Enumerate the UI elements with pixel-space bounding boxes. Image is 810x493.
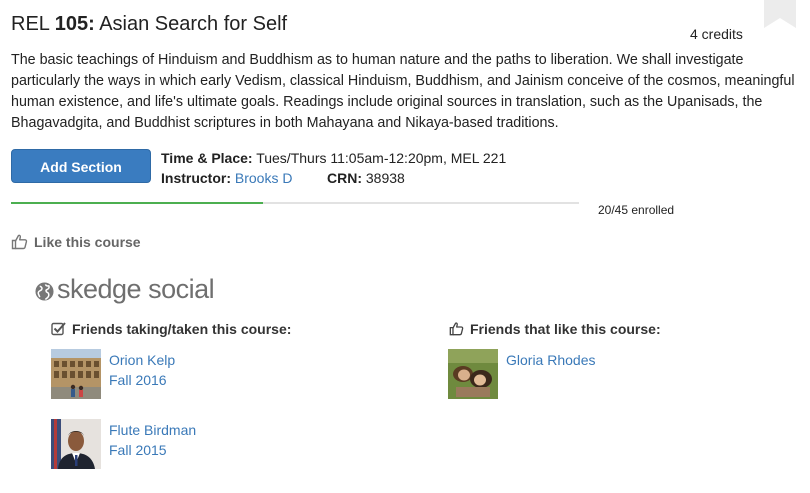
skedge-social-brand: skedge social — [35, 274, 215, 306]
like-course-label: Like this course — [34, 234, 141, 250]
friend-avatar-orion-kelp[interactable] — [51, 349, 101, 399]
checkbox-checked-icon — [51, 322, 66, 336]
thumbs-up-icon — [449, 322, 464, 336]
thumbs-up-icon — [11, 234, 28, 250]
friend-name-orion-kelp[interactable]: Orion Kelp — [109, 352, 175, 368]
bookmark-icon[interactable] — [764, 0, 796, 28]
friend-term: Fall 2015 — [109, 442, 167, 458]
globe-icon — [35, 282, 54, 301]
friend-term: Fall 2016 — [109, 372, 167, 388]
friend-avatar-gloria-rhodes[interactable] — [448, 349, 498, 399]
add-section-button[interactable]: Add Section — [11, 149, 151, 183]
instructor-link[interactable]: Brooks D — [235, 170, 293, 186]
friend-name-flute-birdman[interactable]: Flute Birdman — [109, 422, 196, 438]
course-description: The basic teachings of Hinduism and Budd… — [11, 52, 795, 131]
like-course-button[interactable]: Like this course — [11, 233, 141, 250]
time-place-label: Time & Place: — [161, 150, 253, 166]
course-name: Asian Search for Self — [99, 13, 288, 35]
friends-like-label: Friends that like this course: — [470, 321, 661, 337]
course-credits: 4 credits — [690, 26, 743, 42]
enrollment-progress-bar — [11, 202, 579, 204]
enrollment-progress-fill — [11, 202, 264, 204]
course-number: 105: — [54, 13, 95, 35]
friends-like-heading: Friends that like this course: — [449, 321, 661, 337]
crn-value: 38938 — [365, 170, 405, 186]
instructor-row: Instructor: Brooks D — [161, 170, 292, 186]
course-dept: REL — [11, 13, 50, 35]
friends-taking-label: Friends taking/taken this course: — [72, 321, 292, 337]
friends-taking-heading: Friends taking/taken this course: — [51, 321, 291, 337]
friend-name-gloria-rhodes[interactable]: Gloria Rhodes — [506, 352, 596, 368]
crn-row: CRN: 38938 — [327, 170, 405, 186]
time-place-row: Time & Place: Tues/Thurs 11:05am-12:20pm… — [161, 150, 506, 166]
skedge-social-title: skedge social — [57, 274, 215, 304]
friend-avatar-flute-birdman[interactable] — [51, 419, 101, 469]
course-title: REL 105: Asian Search for Self — [11, 13, 287, 36]
time-place-value: Tues/Thurs 11:05am-12:20pm, MEL 221 — [256, 150, 507, 166]
crn-label: CRN: — [327, 170, 362, 186]
enrollment-count: 20/45 enrolled — [598, 203, 675, 217]
instructor-label: Instructor: — [161, 170, 231, 186]
